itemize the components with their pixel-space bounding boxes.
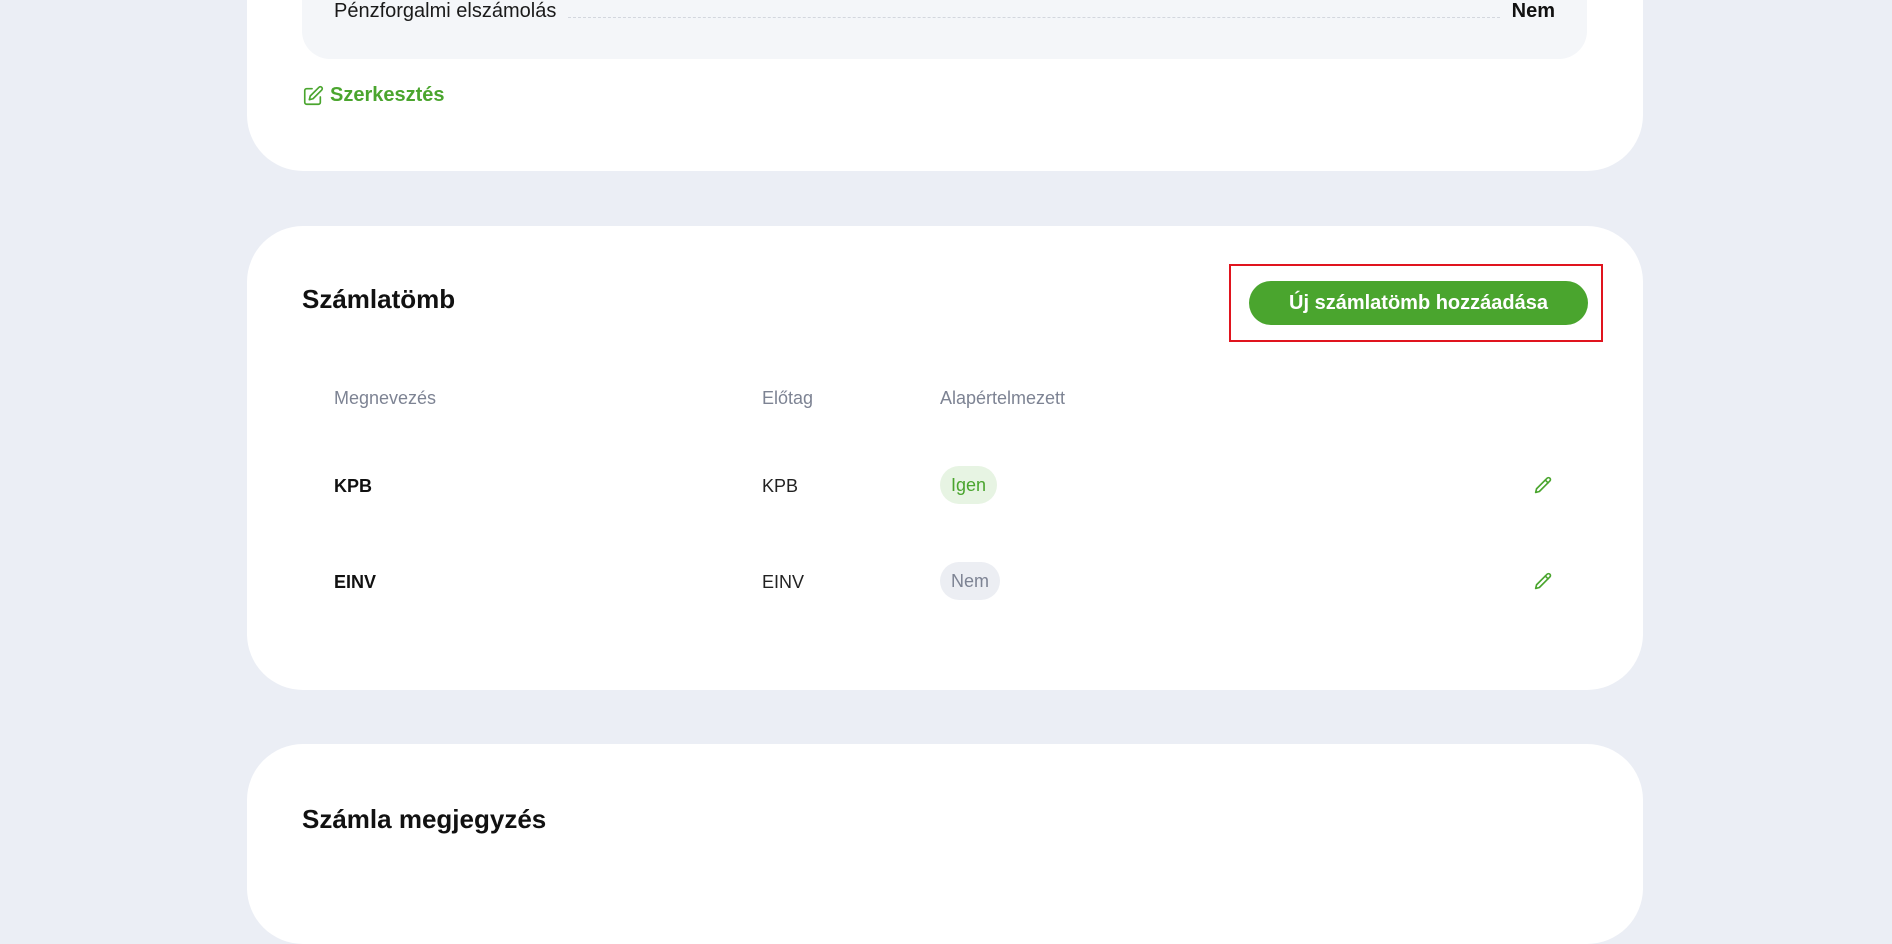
default-badge-yes: Igen xyxy=(940,466,998,504)
summary-label: Pénzforgalmi elszámolás xyxy=(334,0,557,22)
dotted-leader xyxy=(568,16,1500,18)
edit-link-label: Szerkesztés xyxy=(330,84,445,106)
row-prefix: KPB xyxy=(762,476,799,496)
row-prefix: EINV xyxy=(762,572,805,592)
summary-value: Nem xyxy=(1511,0,1555,22)
row-name: EINV xyxy=(334,572,377,592)
settings-summary-box: Pénzforgalmi elszámolás Nem xyxy=(302,0,1587,59)
column-header-default: Alapértelmezett xyxy=(940,388,1066,408)
pencil-icon[interactable] xyxy=(1532,571,1554,593)
column-header-prefix: Előtag xyxy=(762,388,814,408)
column-header-name: Megnevezés xyxy=(334,388,437,408)
section-title-invoice-note: Számla megjegyzés xyxy=(302,804,547,834)
table-row: KPB KPB Igen xyxy=(247,466,1643,506)
invoice-blocks-card: Számlatömb Új számlatömb hozzáadása Megn… xyxy=(247,226,1643,690)
invoice-note-card: Számla megjegyzés xyxy=(247,744,1643,944)
summary-row-cash-accounting: Pénzforgalmi elszámolás Nem xyxy=(334,0,1555,24)
table-row: EINV EINV Nem xyxy=(247,562,1643,602)
pencil-icon[interactable] xyxy=(1532,475,1554,497)
company-settings-card: Pénzforgalmi elszámolás Nem Szerkesztés xyxy=(247,0,1643,171)
edit-square-icon xyxy=(303,85,324,105)
row-default: Igen xyxy=(940,466,998,504)
table-header: Megnevezés Előtag Alapértelmezett xyxy=(247,388,1643,414)
row-default: Nem xyxy=(940,562,1001,600)
section-title-invoice-blocks: Számlatömb xyxy=(302,284,456,314)
default-badge-no: Nem xyxy=(940,562,1001,600)
edit-link[interactable]: Szerkesztés xyxy=(302,84,445,107)
add-invoice-block-button[interactable]: Új számlatömb hozzáadása xyxy=(1249,281,1588,325)
row-name: KPB xyxy=(334,476,373,496)
